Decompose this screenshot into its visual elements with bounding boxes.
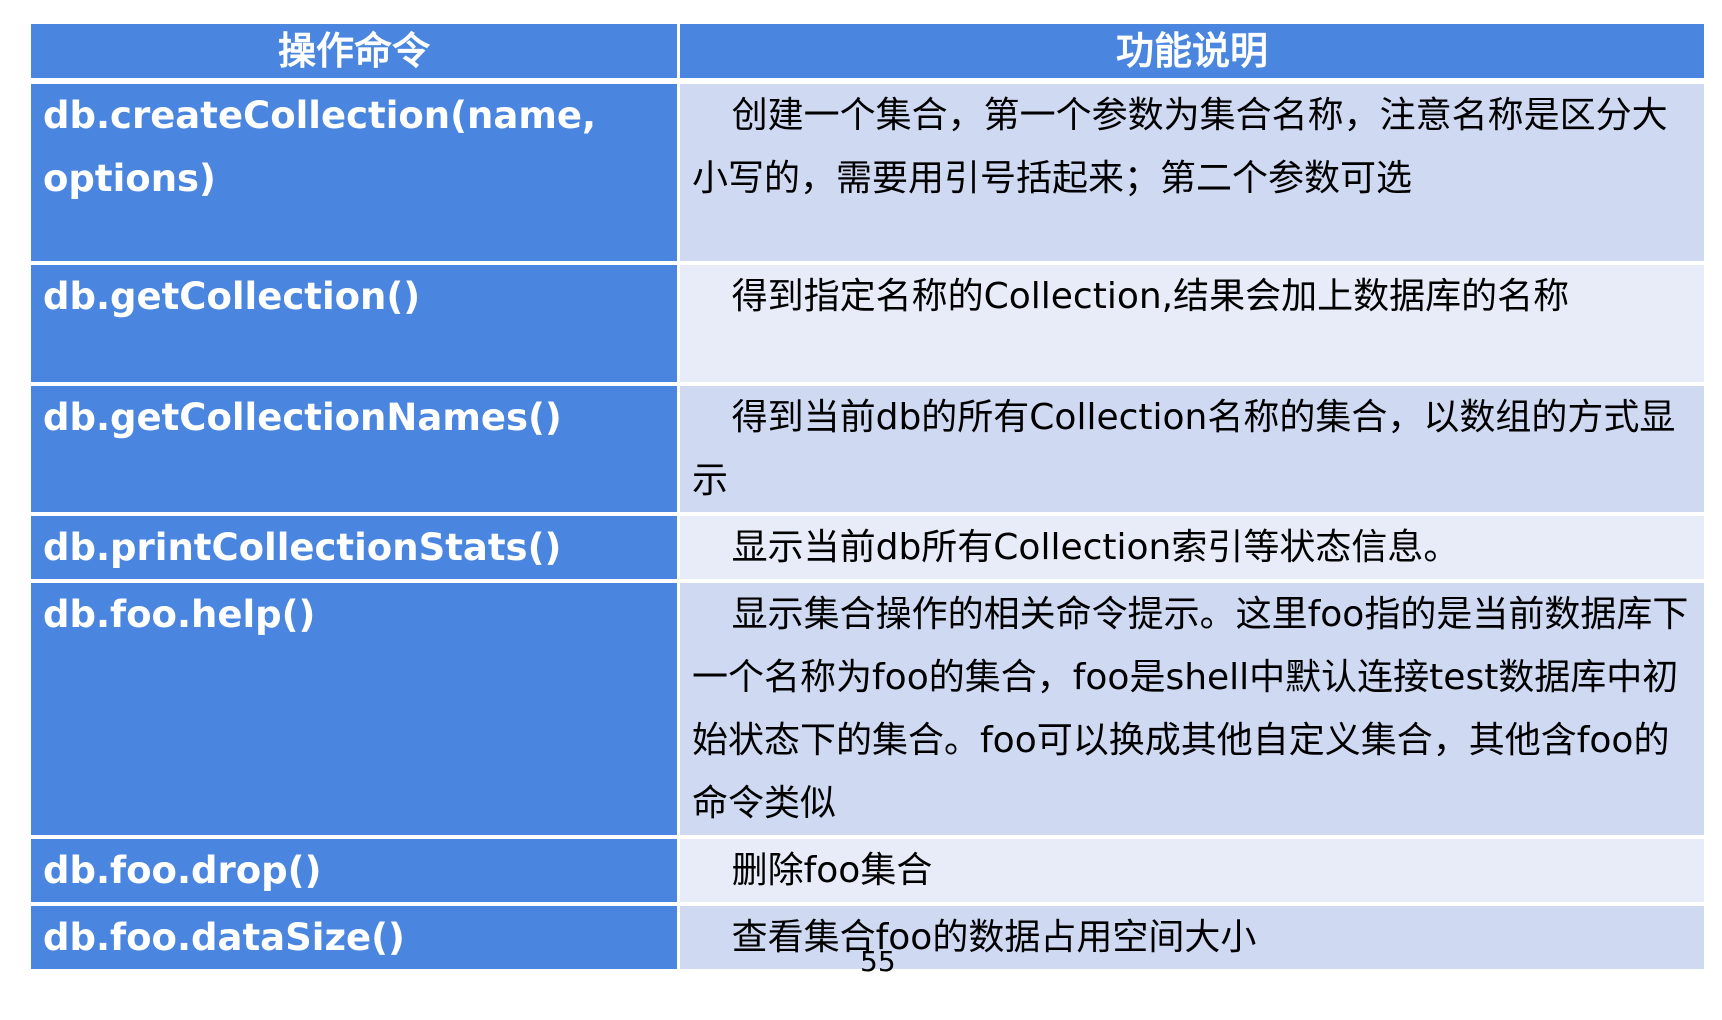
description-cell: 创建一个集合，第一个参数为集合名称，注意名称是区分大小写的，需要用引号括起来；第…: [680, 84, 1704, 265]
table-row: db.foo.drop() 删除foo集合: [31, 839, 1704, 906]
description-cell: 得到指定名称的Collection,结果会加上数据库的名称: [680, 265, 1704, 386]
page-number: 55: [860, 945, 896, 978]
command-cell: db.createCollection(name, options): [31, 84, 680, 265]
table-row: db.getCollectionNames() 得到当前db的所有Collecti…: [31, 386, 1704, 516]
command-cell: db.foo.drop(): [31, 839, 680, 906]
command-cell: db.getCollection(): [31, 265, 680, 386]
table-row: db.getCollection() 得到指定名称的Collection,结果会加…: [31, 265, 1704, 386]
description-cell: 得到当前db的所有Collection名称的集合，以数组的方式显示: [680, 386, 1704, 516]
header-command: 操作命令: [31, 24, 680, 84]
description-cell: 删除foo集合: [680, 839, 1704, 906]
header-description: 功能说明: [680, 24, 1704, 84]
table-row: db.printCollectionStats() 显示当前db所有Collect…: [31, 516, 1704, 583]
command-cell: db.foo.dataSize(): [31, 906, 680, 973]
description-cell: 显示当前db所有Collection索引等状态信息。: [680, 516, 1704, 583]
command-cell: db.foo.help(): [31, 583, 680, 839]
table-row: db.createCollection(name, options) 创建一个集合…: [31, 84, 1704, 265]
command-cell: db.getCollectionNames(): [31, 386, 680, 516]
description-cell: 查看集合foo的数据占用空间大小: [680, 906, 1704, 973]
table-row: db.foo.help() 显示集合操作的相关命令提示。这里foo指的是当前数据库…: [31, 583, 1704, 839]
commands-table: 操作命令 功能说明 db.createCollection(name, opti…: [31, 24, 1704, 973]
header-row: 操作命令 功能说明: [31, 24, 1704, 84]
command-cell: db.printCollectionStats(): [31, 516, 680, 583]
description-cell: 显示集合操作的相关命令提示。这里foo指的是当前数据库下一个名称为foo的集合，…: [680, 583, 1704, 839]
